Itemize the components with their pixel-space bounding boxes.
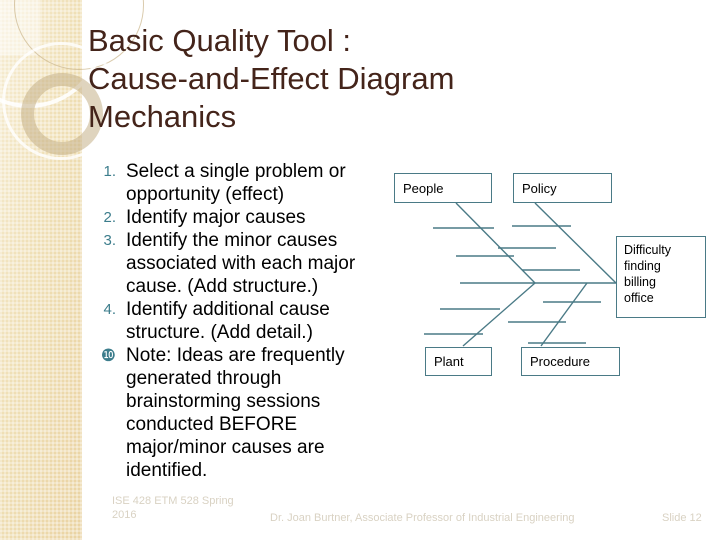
- fishbone-category-plant: Plant: [425, 347, 492, 376]
- footer-presenter: Dr. Joan Burtner, Associate Professor of…: [270, 512, 575, 524]
- bone-people: [455, 202, 536, 284]
- list-item-text: Select a single problem or opportunity (…: [126, 161, 346, 205]
- footer-slide-number: Slide 12: [662, 512, 702, 524]
- fishbone-category-policy: Policy: [513, 173, 612, 203]
- body-bullet-list: 1. Select a single problem or opportunit…: [96, 160, 392, 482]
- slide-footer: ISE 428 ETM 528 Spring 2016 Dr. Joan Bur…: [0, 494, 720, 534]
- fishbone-category-procedure: Procedure: [521, 347, 620, 376]
- list-item-text: Note: Ideas are frequently generated thr…: [126, 345, 345, 481]
- fishbone-category-people: People: [394, 173, 492, 203]
- footer-course: ISE 428 ETM 528 Spring 2016: [112, 495, 234, 521]
- list-item-text: Identify the minor causes associated wit…: [126, 230, 356, 297]
- list-item-marker: 3.: [103, 232, 116, 249]
- bone-plant: [462, 282, 536, 347]
- decorative-left-panel: [0, 0, 144, 540]
- list-item-text: Identify additional cause structure. (Ad…: [126, 299, 330, 343]
- slide-canvas: Basic Quality Tool : Cause-and-Effect Di…: [0, 0, 720, 540]
- bone-procedure: [540, 282, 588, 347]
- list-item-marker: 4.: [103, 301, 116, 318]
- list-item-text: Identify major causes: [126, 207, 306, 228]
- note-bullet-icon: ❿: [100, 346, 116, 365]
- fishbone-effect-box: Difficulty finding billing office: [616, 236, 706, 318]
- bone-policy: [534, 202, 617, 284]
- list-item-marker: 1.: [103, 163, 116, 180]
- fishbone-diagram: People Policy Plant Procedure Difficulty…: [388, 166, 714, 382]
- list-item-marker: 2.: [103, 209, 116, 226]
- list-item-note: ❿ Note: Ideas are frequently generated t…: [96, 344, 392, 482]
- list-item: 2. Identify major causes: [96, 206, 392, 229]
- list-item: 3. Identify the minor causes associated …: [96, 229, 392, 298]
- page-title: Basic Quality Tool : Cause-and-Effect Di…: [88, 23, 455, 134]
- list-item: 4. Identify additional cause structure. …: [96, 298, 392, 344]
- list-item: 1. Select a single problem or opportunit…: [96, 160, 392, 206]
